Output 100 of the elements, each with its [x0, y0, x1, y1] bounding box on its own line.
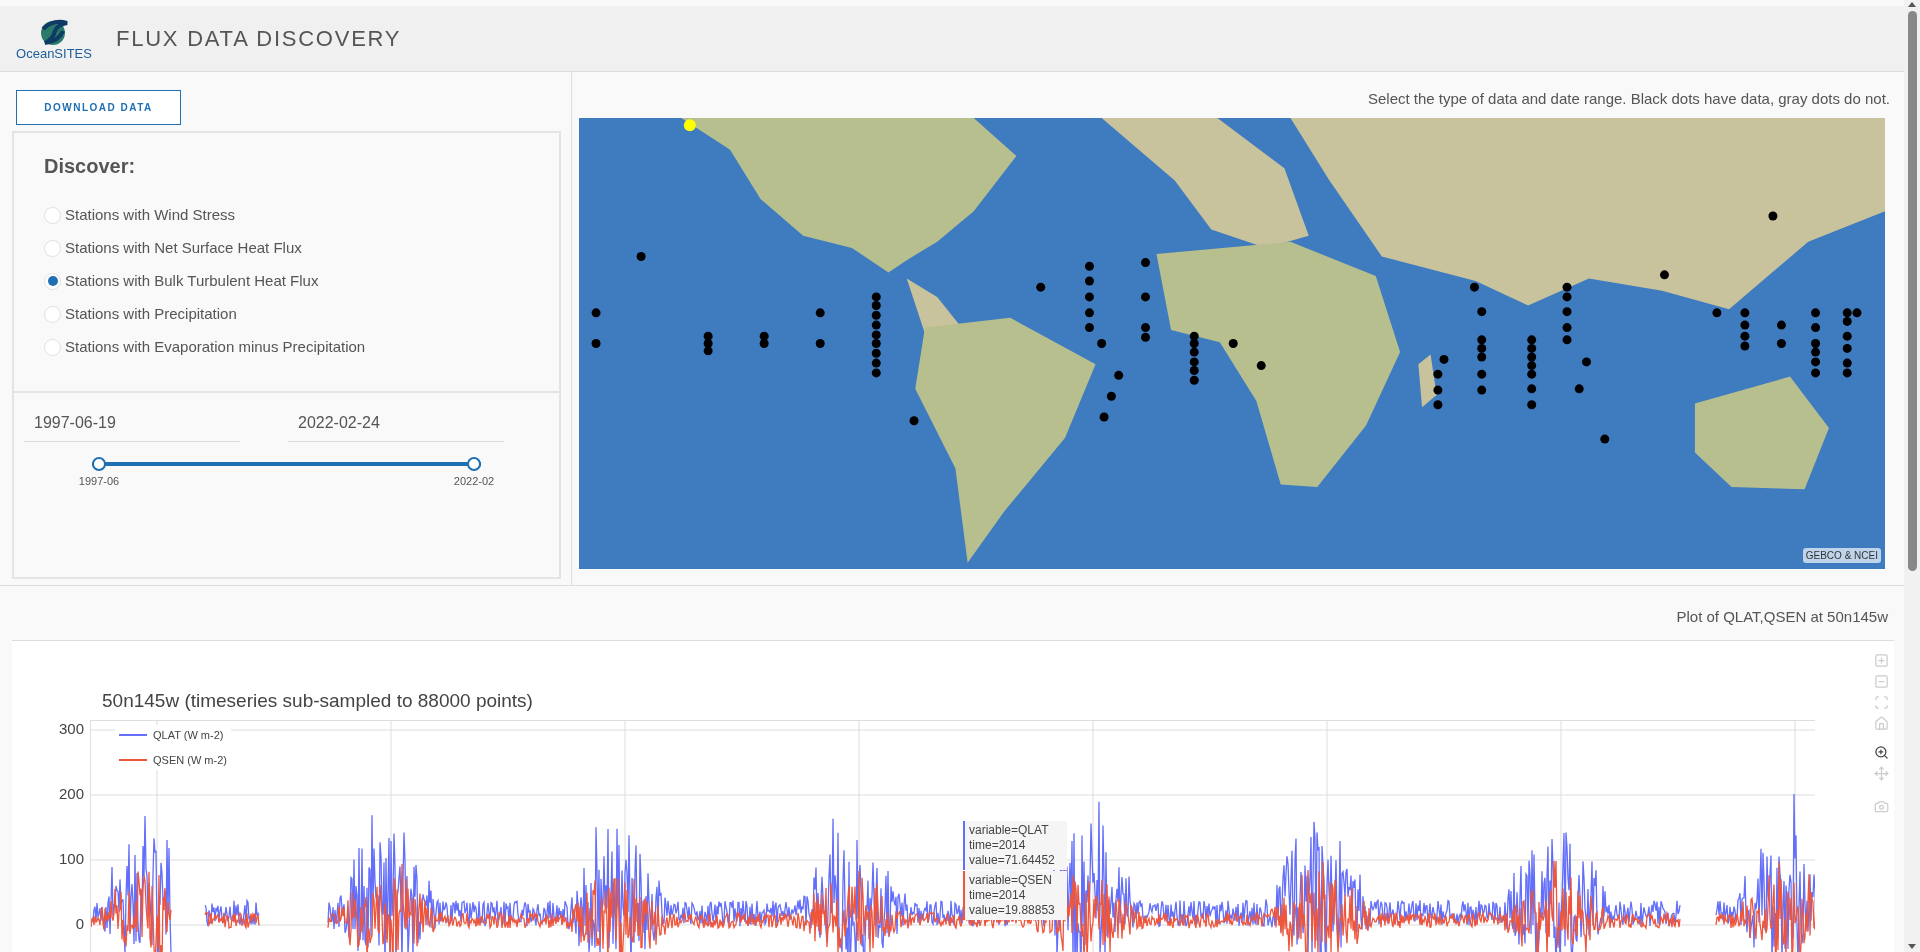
end-date-field[interactable]: 2022-02-24: [288, 411, 504, 442]
station-dot[interactable]: [1842, 368, 1852, 378]
start-date-field[interactable]: 1997-06-19: [24, 411, 240, 442]
station-dot[interactable]: [815, 308, 825, 318]
station-dot[interactable]: [1097, 339, 1107, 348]
station-dot[interactable]: [1527, 352, 1537, 362]
station-dot[interactable]: [1562, 282, 1572, 292]
station-dot[interactable]: [1527, 400, 1537, 410]
station-dot[interactable]: [1477, 369, 1487, 379]
station-dot[interactable]: [1660, 270, 1669, 280]
station-dot[interactable]: [1582, 357, 1591, 367]
station-dot[interactable]: [1527, 361, 1537, 371]
station-dot[interactable]: [1256, 361, 1266, 371]
station-dot[interactable]: [871, 358, 881, 368]
radio-option[interactable]: Stations with Net Surface Heat Flux: [44, 236, 559, 260]
station-dot[interactable]: [1811, 339, 1821, 348]
station-dot[interactable]: [1433, 400, 1443, 410]
station-dot[interactable]: [871, 310, 881, 320]
station-dot[interactable]: [1477, 385, 1487, 395]
station-dot[interactable]: [1811, 323, 1821, 333]
scroll-up-arrow-icon[interactable]: [1908, 2, 1916, 7]
station-dot[interactable]: [1740, 331, 1750, 341]
station-dot[interactable]: [1084, 261, 1094, 271]
scroll-down-arrow-icon[interactable]: [1908, 944, 1916, 949]
slider-thumb[interactable]: [92, 457, 106, 471]
scrollbar[interactable]: [1904, 0, 1920, 952]
station-dot[interactable]: [703, 331, 713, 341]
station-dot[interactable]: [1527, 369, 1537, 379]
highlighted-station-dot[interactable]: [683, 119, 696, 132]
station-dot[interactable]: [1099, 412, 1109, 422]
radio-option[interactable]: Stations with Evaporation minus Precipitation: [44, 335, 559, 359]
station-dot[interactable]: [1562, 323, 1572, 333]
station-dot[interactable]: [1189, 375, 1199, 385]
station-dot[interactable]: [1439, 354, 1449, 364]
station-dot[interactable]: [1477, 307, 1487, 317]
station-dot[interactable]: [1228, 339, 1238, 348]
station-dot[interactable]: [871, 339, 881, 348]
station-dot[interactable]: [1189, 339, 1199, 348]
station-dot[interactable]: [871, 368, 881, 378]
station-dot[interactable]: [1712, 308, 1722, 318]
station-dot[interactable]: [1842, 316, 1852, 326]
station-dot[interactable]: [1811, 308, 1821, 318]
station-dot[interactable]: [1842, 358, 1852, 368]
scroll-thumb[interactable]: [1907, 11, 1917, 571]
station-dot[interactable]: [1740, 341, 1750, 351]
download-data-button[interactable]: DOWNLOAD DATA: [16, 90, 181, 125]
station-dot[interactable]: [1477, 343, 1487, 353]
station-dot[interactable]: [1036, 282, 1046, 292]
station-dot[interactable]: [1776, 320, 1786, 330]
station-dot[interactable]: [591, 339, 601, 348]
station-dot[interactable]: [871, 301, 881, 310]
station-dot[interactable]: [1141, 258, 1150, 268]
radio-option[interactable]: Stations with Precipitation: [44, 302, 559, 326]
station-dot[interactable]: [1189, 331, 1199, 341]
station-dot[interactable]: [1768, 211, 1778, 221]
station-dot[interactable]: [1084, 276, 1094, 286]
station-dot[interactable]: [1842, 331, 1852, 341]
station-dot[interactable]: [1527, 384, 1537, 394]
station-dot[interactable]: [1740, 308, 1750, 318]
station-dot[interactable]: [591, 308, 601, 318]
radio-option[interactable]: Stations with Bulk Turbulent Heat Flux: [44, 269, 559, 293]
station-dot[interactable]: [1189, 365, 1199, 375]
station-dot[interactable]: [1433, 385, 1443, 395]
station-dot[interactable]: [1776, 339, 1786, 348]
station-dot[interactable]: [703, 346, 713, 356]
slider-thumb[interactable]: [467, 457, 481, 471]
station-dot[interactable]: [759, 339, 769, 348]
station-dot[interactable]: [1562, 292, 1572, 302]
radio-option[interactable]: Stations with Wind Stress: [44, 203, 559, 227]
station-dot[interactable]: [815, 339, 825, 348]
world-map[interactable]: GEBCO & NCEI: [579, 118, 1885, 569]
station-dot[interactable]: [1562, 307, 1572, 317]
station-dot[interactable]: [1189, 347, 1199, 357]
station-dot[interactable]: [1141, 292, 1150, 302]
station-dot[interactable]: [636, 252, 646, 261]
station-dot[interactable]: [1084, 308, 1094, 318]
station-dot[interactable]: [871, 320, 881, 330]
station-dot[interactable]: [1114, 370, 1124, 380]
station-dot[interactable]: [1842, 343, 1852, 353]
station-dot[interactable]: [1141, 323, 1150, 333]
radio-button[interactable]: [44, 239, 61, 257]
station-dot[interactable]: [1433, 369, 1443, 379]
radio-button[interactable]: [44, 338, 61, 356]
station-dot[interactable]: [1527, 335, 1537, 345]
station-dot[interactable]: [1189, 357, 1199, 367]
station-dot[interactable]: [1469, 282, 1479, 292]
station-dot[interactable]: [1811, 347, 1821, 357]
station-dot[interactable]: [1084, 292, 1094, 302]
station-dot[interactable]: [871, 292, 881, 302]
station-dot[interactable]: [1527, 343, 1537, 353]
station-dot[interactable]: [871, 330, 881, 340]
zoom-icon[interactable]: [1872, 743, 1890, 761]
station-dot[interactable]: [1574, 384, 1584, 394]
station-dot[interactable]: [1852, 308, 1862, 318]
radio-button[interactable]: [44, 206, 61, 224]
station-dot[interactable]: [1811, 357, 1821, 367]
station-dot[interactable]: [1477, 335, 1487, 345]
station-dot[interactable]: [1562, 335, 1572, 345]
station-dot[interactable]: [1084, 323, 1094, 333]
station-dot[interactable]: [1842, 308, 1852, 318]
